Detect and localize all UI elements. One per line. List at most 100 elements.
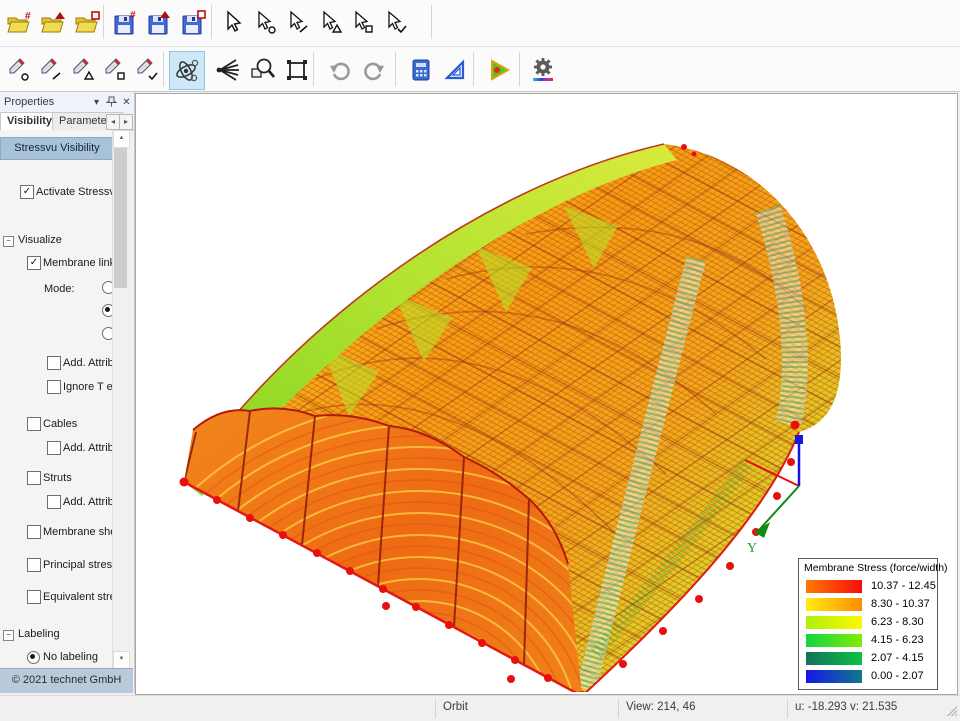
struts-checkbox[interactable] — [27, 471, 41, 485]
select-point-button[interactable] — [249, 4, 283, 41]
draw-point-button[interactable] — [2, 51, 36, 88]
open-triangle-button[interactable] — [36, 4, 70, 41]
status-view: View: 214, 46 — [626, 701, 695, 713]
membrane-shear-label: Membrane shea — [43, 526, 112, 538]
orbit-button[interactable] — [169, 51, 205, 90]
draw-square-button[interactable] — [98, 51, 132, 88]
orbit-icon — [173, 57, 201, 85]
toolbar-separator — [395, 52, 396, 86]
labeling-section-label: Labeling — [18, 628, 60, 640]
add-attrib-label-2: Add. Attrib. — [63, 442, 112, 454]
equivalent-stress-checkbox[interactable] — [27, 590, 41, 604]
panel-content: Stressvu Visibility ✓ Activate Stressvu … — [0, 130, 112, 668]
mode-radio-3[interactable] — [102, 327, 112, 340]
mode-label: Mode: — [44, 283, 75, 295]
toolbar-separator — [211, 5, 212, 39]
activate-stressvu-checkbox[interactable]: ✓ — [20, 185, 34, 199]
save-hash-button[interactable]: # — [108, 4, 142, 41]
legend-swatch — [806, 652, 862, 665]
pencil-check-icon — [134, 57, 160, 83]
visualize-expander[interactable]: − — [3, 236, 14, 247]
panel-menu-icon[interactable]: ▾ — [90, 96, 103, 109]
add-attrib-label-3: Add. Attrib. — [63, 496, 112, 508]
mode-radio-1[interactable] — [102, 281, 112, 294]
run-button[interactable] — [482, 51, 516, 88]
cursor-square-icon — [350, 10, 376, 36]
select-square-button[interactable] — [346, 4, 380, 41]
membrane-links-checkbox[interactable]: ✓ — [27, 256, 41, 270]
cables-label: Cables — [43, 418, 77, 430]
redo-button[interactable] — [357, 51, 391, 88]
svg-text:#: # — [130, 10, 136, 21]
tab-scroll-left-icon[interactable]: ◂ — [106, 114, 120, 130]
ignore-t-checkbox[interactable] — [47, 380, 61, 394]
add-attrib-checkbox-2[interactable] — [47, 441, 61, 455]
resize-grip[interactable] — [945, 704, 957, 716]
pencil-triangle-icon — [70, 57, 96, 83]
settings-button[interactable] — [526, 51, 560, 88]
open-hash-button[interactable]: # — [2, 4, 36, 41]
membrane-shear-checkbox[interactable] — [27, 525, 41, 539]
save-square-button[interactable] — [176, 4, 210, 41]
add-attrib-checkbox-3[interactable] — [47, 495, 61, 509]
select-check-button[interactable] — [379, 4, 413, 41]
save-square-icon — [179, 10, 207, 36]
save-hash-icon: # — [111, 10, 139, 36]
tab-scroll-right-icon[interactable]: ▸ — [119, 114, 133, 130]
legend-range: 0.00 - 2.07 — [871, 670, 924, 682]
mode-radio-2[interactable] — [102, 304, 112, 317]
redo-icon — [361, 57, 387, 83]
membrane-links-label: Membrane links — [43, 257, 112, 269]
properties-panel: Properties ▾ ✕ Visibility Parameters ◂ ▸… — [0, 92, 135, 693]
labeling-expander[interactable]: − — [3, 630, 14, 641]
y-axis-label: Y — [747, 541, 757, 556]
zoom-extents-button[interactable] — [280, 51, 314, 88]
no-labeling-radio[interactable] — [27, 651, 40, 664]
no-labeling-label: No labeling — [43, 651, 98, 663]
toolbar-separator — [103, 5, 104, 39]
draw-triangle-button[interactable] — [66, 51, 100, 88]
cursor-icon — [220, 10, 246, 36]
set-square-button[interactable] — [438, 51, 472, 88]
tab-visibility[interactable]: Visibility — [0, 112, 59, 131]
scrollbar-thumb[interactable] — [114, 148, 127, 288]
select-line-button[interactable] — [281, 4, 315, 41]
principal-stresses-checkbox[interactable] — [27, 558, 41, 572]
panel-titlebar: Properties ▾ ✕ — [0, 92, 134, 113]
zoom-extents-icon — [283, 56, 311, 84]
pencil-slash-icon — [38, 57, 64, 83]
scroll-down-icon[interactable]: ▼ — [113, 651, 130, 669]
open-square-button[interactable] — [70, 4, 104, 41]
stressvu-visibility-header: Stressvu Visibility — [0, 137, 112, 160]
pin-icon[interactable] — [105, 96, 118, 109]
calculator-button[interactable] — [404, 51, 438, 88]
scroll-up-icon[interactable]: ▲ — [113, 130, 130, 148]
cables-checkbox[interactable] — [27, 417, 41, 431]
add-attrib-checkbox-1[interactable] — [47, 356, 61, 370]
toolbar-separator — [473, 52, 474, 86]
status-uv: u: -18.293 v: 21.535 — [795, 701, 897, 713]
panel-title: Properties — [4, 96, 54, 108]
folder-open-triangle-icon — [39, 10, 67, 36]
select-button[interactable] — [216, 4, 250, 41]
pencil-square-icon — [102, 57, 128, 83]
legend-range: 10.37 - 12.45 — [871, 580, 936, 592]
close-icon[interactable]: ✕ — [120, 96, 133, 109]
draw-line-button[interactable] — [34, 51, 68, 88]
rays-button[interactable] — [211, 51, 245, 88]
run-flag-icon — [486, 57, 512, 83]
legend-range: 2.07 - 4.15 — [871, 652, 924, 664]
draw-check-button[interactable] — [130, 51, 164, 88]
stress-legend: Membrane Stress (force/width) 10.37 - 12… — [798, 558, 938, 690]
save-triangle-button[interactable] — [142, 4, 176, 41]
zoom-window-button[interactable] — [246, 51, 280, 88]
legend-range: 4.15 - 6.23 — [871, 634, 924, 646]
panel-scrollbar[interactable]: ▲ ▼ — [112, 130, 129, 668]
equivalent-stress-label: Equivalent stress — [43, 591, 112, 603]
copyright-footer: © 2021 technet GmbH — [0, 668, 133, 693]
undo-button[interactable] — [323, 51, 357, 88]
legend-row: 8.30 - 10.37 — [799, 598, 937, 612]
status-bar: Orbit View: 214, 46 u: -18.293 v: 21.535 — [0, 695, 960, 721]
select-triangle-button[interactable] — [314, 4, 348, 41]
viewport-3d[interactable]: Y Membrane Stress (force/width) 10.37 - … — [135, 93, 958, 695]
